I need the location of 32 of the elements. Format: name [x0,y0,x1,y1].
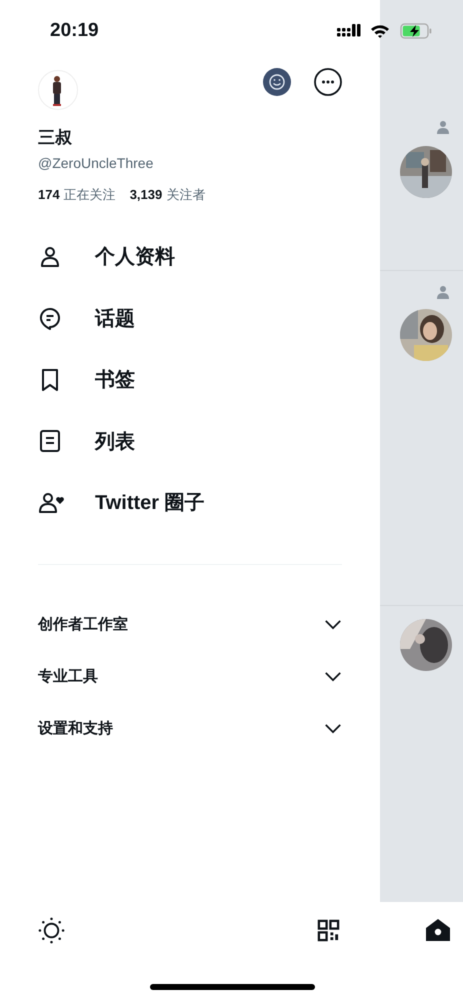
person-icon [436,285,450,299]
signal-icon [337,24,361,38]
menu-item[interactable]: 话题 [95,304,135,332]
more-icon[interactable] [314,68,342,96]
followers-count[interactable]: 3,139 [130,186,162,204]
list-icon[interactable] [38,429,62,454]
menu-item[interactable]: 列表 [95,428,135,455]
home-icon[interactable] [425,918,451,942]
chevron-down-icon[interactable] [324,619,342,630]
profile-handle: @ZeroUncleThree [38,154,154,172]
section-header[interactable]: 专业工具 [38,667,98,686]
person-icon[interactable] [38,244,62,269]
menu-item[interactable]: 个人资料 [95,243,175,270]
following-label[interactable]: 正在关注 [64,186,116,204]
status-time: 20:19 [50,20,99,42]
menu-item[interactable]: Twitter 圈子 [95,489,205,516]
battery-icon [400,23,432,39]
wifi-icon [370,24,390,38]
section-header[interactable]: 设置和支持 [38,719,113,738]
person-heart-icon[interactable] [38,490,66,515]
followers-label[interactable]: 关注者 [166,186,206,204]
chevron-down-icon[interactable] [324,723,342,734]
smiley-face-icon[interactable] [263,68,291,96]
profile-name: 三叔 [38,127,73,149]
section-header[interactable]: 创作者工作室 [38,615,128,634]
person-icon [436,120,450,134]
sun-icon[interactable] [38,916,65,944]
qr-code-icon[interactable] [317,918,340,942]
menu-item[interactable]: 书签 [95,366,135,394]
following-count[interactable]: 174 [38,186,60,204]
speech-bubble-icon[interactable] [38,306,62,330]
chevron-down-icon[interactable] [324,671,342,682]
